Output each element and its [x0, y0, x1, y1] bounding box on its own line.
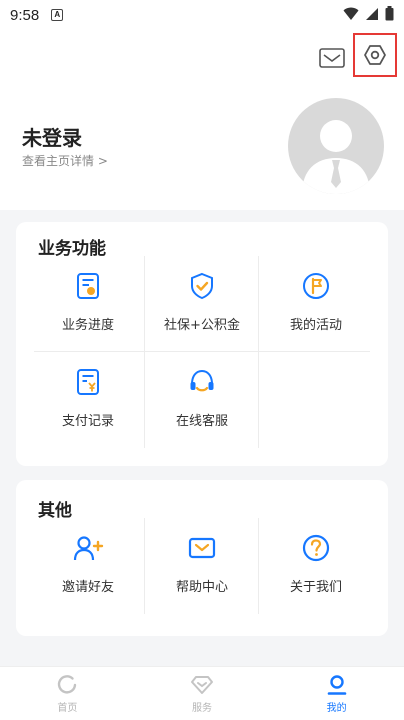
payment-records-label: 支付记录 — [61, 414, 114, 429]
question-icon — [300, 532, 332, 564]
invite-friends-label: 邀请好友 — [61, 580, 114, 595]
payment-records-item[interactable]: 支付记录 — [32, 352, 144, 448]
view-profile-link[interactable]: 查看主页详情 > — [22, 152, 108, 169]
divider — [144, 518, 145, 614]
business-functions-card: 业务功能 业务进度 社保+公积金 我的活动 支付记录 在线客服 — [16, 222, 388, 466]
avatar[interactable] — [288, 98, 384, 194]
divider — [144, 256, 145, 352]
help-center-item[interactable]: 帮助中心 — [146, 518, 258, 614]
home-icon — [58, 674, 77, 694]
shield-check-icon — [186, 270, 218, 302]
progress-doc-icon — [72, 270, 104, 302]
about-us-item[interactable]: 关于我们 — [260, 518, 372, 614]
signal-icon — [366, 7, 378, 20]
login-status-title[interactable]: 未登录 — [22, 122, 82, 151]
business-progress-label: 业务进度 — [61, 318, 114, 333]
divider — [144, 352, 145, 448]
status-indicators — [343, 6, 394, 21]
tab-mine[interactable]: 我的 — [269, 667, 404, 720]
divider — [258, 256, 259, 352]
about-us-label: 关于我们 — [289, 580, 342, 595]
my-activities-item[interactable]: 我的活动 — [260, 256, 372, 352]
battery-icon — [385, 6, 394, 21]
default-avatar-icon — [302, 120, 370, 194]
online-service-label: 在线客服 — [175, 414, 228, 429]
tab-services-label: 服务 — [192, 702, 212, 714]
tab-services[interactable]: 服务 — [135, 667, 270, 720]
tab-mine-label: 我的 — [326, 702, 347, 714]
settings-hexagon-icon — [364, 45, 386, 65]
my-activities-label: 我的活动 — [289, 318, 342, 333]
mail-button[interactable] — [318, 46, 346, 70]
mail-icon — [319, 48, 345, 68]
settings-button[interactable] — [353, 33, 397, 77]
headset-icon — [186, 366, 218, 398]
divider — [258, 518, 259, 614]
status-time: 9:58 — [10, 6, 40, 24]
profile-icon — [327, 674, 346, 695]
invite-friends-item[interactable]: 邀请好友 — [32, 518, 144, 614]
social-security-fund-item[interactable]: 社保+公积金 — [146, 256, 258, 352]
tab-home-label: 首页 — [57, 702, 78, 714]
social-security-fund-label: 社保+公积金 — [164, 318, 240, 333]
business-progress-item[interactable]: 业务进度 — [32, 256, 144, 352]
bottom-tab-bar: 首页 服务 我的 — [0, 666, 404, 720]
status-bar: 9:58 A — [0, 0, 404, 30]
help-center-label: 帮助中心 — [175, 580, 228, 595]
payment-record-icon — [72, 366, 104, 398]
other-card: 其他 邀请好友 帮助中心 关于我们 — [16, 480, 388, 636]
divider — [258, 352, 259, 448]
flag-icon — [300, 270, 332, 302]
notification-icon: A — [51, 9, 64, 21]
invite-user-icon — [72, 532, 104, 564]
tab-home[interactable]: 首页 — [0, 667, 135, 720]
help-mail-icon — [186, 532, 218, 564]
wifi-icon — [343, 7, 359, 20]
services-diamond-icon — [191, 675, 213, 694]
online-service-item[interactable]: 在线客服 — [146, 352, 258, 448]
